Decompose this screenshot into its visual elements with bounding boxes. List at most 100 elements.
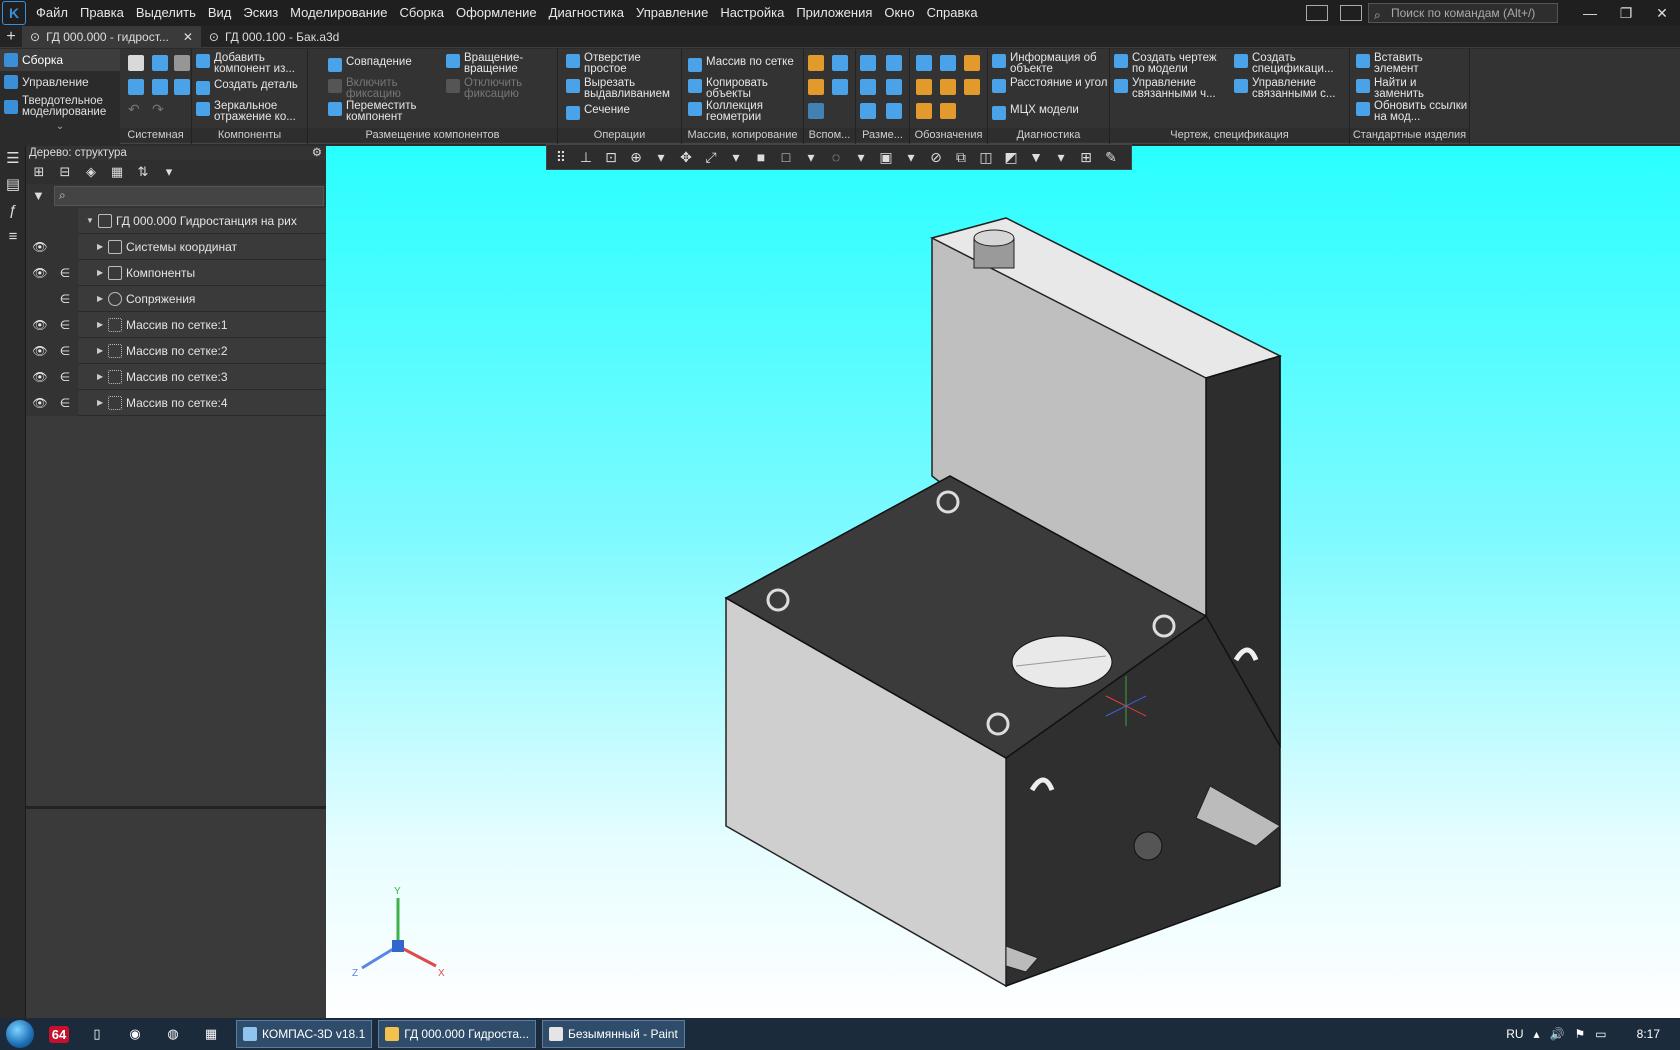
chevron-down-icon[interactable]: ▾ <box>851 148 871 166</box>
zoom-icon[interactable]: ⊕ <box>626 148 646 166</box>
copy-view-icon[interactable]: ⧉ <box>951 148 971 166</box>
leader-icon[interactable] <box>916 55 932 71</box>
diameter-dim-icon[interactable] <box>886 79 902 95</box>
chevron-down-icon[interactable]: ▾ <box>1051 148 1071 166</box>
zoom-window-icon[interactable]: ⊡ <box>601 148 621 166</box>
open-file-icon[interactable] <box>152 55 168 71</box>
move-component-button[interactable]: Переместить компонент <box>328 100 428 123</box>
tree-structure-icon[interactable]: ⊞ <box>30 163 48 181</box>
simple-hole-button[interactable]: Отверстие простое <box>566 52 678 75</box>
wireframe-cube-icon[interactable]: □ <box>776 148 796 166</box>
task-kompas[interactable]: КОМПАС-3D v18.1 <box>236 1020 373 1048</box>
aux-plane2-icon[interactable] <box>808 79 824 95</box>
tree-item-mates[interactable]: ∈ ▶ Сопряжения <box>26 286 326 312</box>
disable-fix-button[interactable]: Отключить фиксацию <box>446 77 546 100</box>
create-spec-button[interactable]: Создать спецификаци... <box>1234 52 1350 75</box>
angular-dim-icon[interactable] <box>886 55 902 71</box>
hide-icon[interactable]: ◌ <box>826 148 846 166</box>
save-all-icon[interactable] <box>174 79 190 95</box>
expand-arrow-icon[interactable]: ▶ <box>97 260 103 286</box>
panel-splitter[interactable] <box>26 806 326 809</box>
new-file-icon[interactable] <box>128 55 144 71</box>
close-window-button[interactable]: ✕ <box>1644 5 1680 22</box>
eyedropper-icon[interactable]: ✎ <box>1101 148 1121 166</box>
tab-part[interactable]: ⊙ ГД 000.100 - Бак.a3d <box>201 26 347 48</box>
view-orient-icon[interactable]: ⤢ <box>701 148 721 166</box>
task-paint[interactable]: Безымянный - Paint <box>542 1020 685 1048</box>
orientation-icon[interactable]: ⊥ <box>576 148 596 166</box>
tree-components-icon[interactable]: ◈ <box>82 163 100 181</box>
3d-viewport[interactable]: Y X Z <box>326 146 1680 1018</box>
network-icon[interactable]: ▭ <box>1595 1027 1606 1041</box>
include-icon[interactable]: ∈ <box>58 312 72 338</box>
expand-arrow-icon[interactable]: ▶ <box>97 286 103 312</box>
menu-diagnostics[interactable]: Диагностика <box>543 0 630 26</box>
kompas-logo-icon[interactable]: K <box>2 1 26 25</box>
close-tab-icon[interactable]: ✕ <box>183 26 193 48</box>
eye-icon[interactable]: 👁 <box>32 390 48 416</box>
mass-properties-button[interactable]: МЦХ модели <box>992 104 1110 120</box>
eye-icon[interactable]: 👁 <box>32 234 48 260</box>
expand-arrow-icon[interactable]: ▶ <box>97 338 103 364</box>
menu-sketch[interactable]: Эскиз <box>237 0 284 26</box>
coincidence-button[interactable]: Совпадение <box>328 56 438 72</box>
manage-linked-drawings-button[interactable]: Управление связанными ч... <box>1114 77 1230 100</box>
command-search-input[interactable]: ⌕ Поиск по командам (Alt+/) <box>1368 3 1558 23</box>
position-icon[interactable] <box>916 103 932 119</box>
redo-icon[interactable]: ↷ <box>152 101 164 118</box>
restore-button[interactable]: ❐ <box>1608 5 1644 22</box>
mode-manage[interactable]: Управление <box>0 71 120 93</box>
clock[interactable]: 8:17 <box>1637 1027 1660 1041</box>
menu-edit[interactable]: Правка <box>74 0 130 26</box>
variables-fx-icon[interactable]: ƒ <box>0 198 26 224</box>
base-icon[interactable] <box>940 55 956 71</box>
new-tab-button[interactable]: + <box>0 26 22 47</box>
preview-icon[interactable] <box>152 79 168 95</box>
pan-icon[interactable]: ✥ <box>676 148 696 166</box>
minimize-button[interactable]: — <box>1572 5 1608 21</box>
manage-linked-specs-button[interactable]: Управление связанными с... <box>1234 77 1350 100</box>
menu-apps[interactable]: Приложения <box>790 0 878 26</box>
auto-dim-icon[interactable] <box>860 103 876 119</box>
add-component-button[interactable]: Добавить компонент из... <box>196 52 308 75</box>
weld-icon[interactable] <box>916 79 932 95</box>
chevron-down-icon[interactable]: ▾ <box>801 148 821 166</box>
shaded-cube-icon[interactable]: ■ <box>751 148 771 166</box>
menu-assembly[interactable]: Сборка <box>393 0 450 26</box>
layers-icon[interactable]: ≡ <box>0 224 26 250</box>
aux-plane-icon[interactable] <box>808 55 824 71</box>
section-view-icon[interactable]: ⊘ <box>926 148 946 166</box>
gear-icon[interactable]: ⚙ <box>312 146 322 160</box>
extrude-cut-button[interactable]: Вырезать выдавливанием <box>566 77 678 100</box>
pinned-excel-icon[interactable]: ▦ <box>196 1020 226 1048</box>
enable-fix-button[interactable]: Включить фиксацию <box>328 77 428 100</box>
eye-icon[interactable]: 👁 <box>32 338 48 364</box>
panel-layout-icon[interactable] <box>1306 5 1328 21</box>
expand-arrow-icon[interactable]: ▶ <box>97 364 103 390</box>
chevron-down-icon[interactable]: ▾ <box>651 148 671 166</box>
aux-axis-icon[interactable] <box>832 55 848 71</box>
section-button[interactable]: Сечение <box>566 104 678 120</box>
geometry-collection-button[interactable]: Коллекция геометрии <box>688 100 804 123</box>
chevron-down-icon[interactable]: ▾ <box>726 148 746 166</box>
expand-arrow-icon[interactable]: ▶ <box>97 234 103 260</box>
object-info-button[interactable]: Информация об объекте <box>992 52 1110 75</box>
tree-item-grid-array-3[interactable]: 👁 ∈ ▶ Массив по сетке:3 <box>26 364 326 390</box>
copy-objects-button[interactable]: Копировать объекты <box>688 77 804 100</box>
expand-arrow-icon[interactable]: ▶ <box>97 312 103 338</box>
tree-search-input[interactable]: ⌕ <box>54 186 324 206</box>
tree-item-grid-array-4[interactable]: 👁 ∈ ▶ Массив по сетке:4 <box>26 390 326 416</box>
chevron-down-icon[interactable]: ▾ <box>160 163 178 181</box>
filter-icon[interactable]: ▼ <box>1026 148 1046 166</box>
selection-icon[interactable]: ⊞ <box>1076 148 1096 166</box>
aux-point-icon[interactable] <box>832 79 848 95</box>
dim-edit-icon[interactable] <box>886 103 902 119</box>
include-icon[interactable]: ∈ <box>58 364 72 390</box>
menu-layout[interactable]: Оформление <box>450 0 543 26</box>
task-folder[interactable]: ГД 000.000 Гидроста... <box>378 1020 537 1048</box>
menu-file[interactable]: Файл <box>30 0 74 26</box>
mark-icon[interactable] <box>964 79 980 95</box>
mirror-component-button[interactable]: Зеркальное отражение ко... <box>196 100 308 123</box>
properties-panel-icon[interactable]: ▤ <box>0 172 26 198</box>
menu-window[interactable]: Окно <box>878 0 920 26</box>
